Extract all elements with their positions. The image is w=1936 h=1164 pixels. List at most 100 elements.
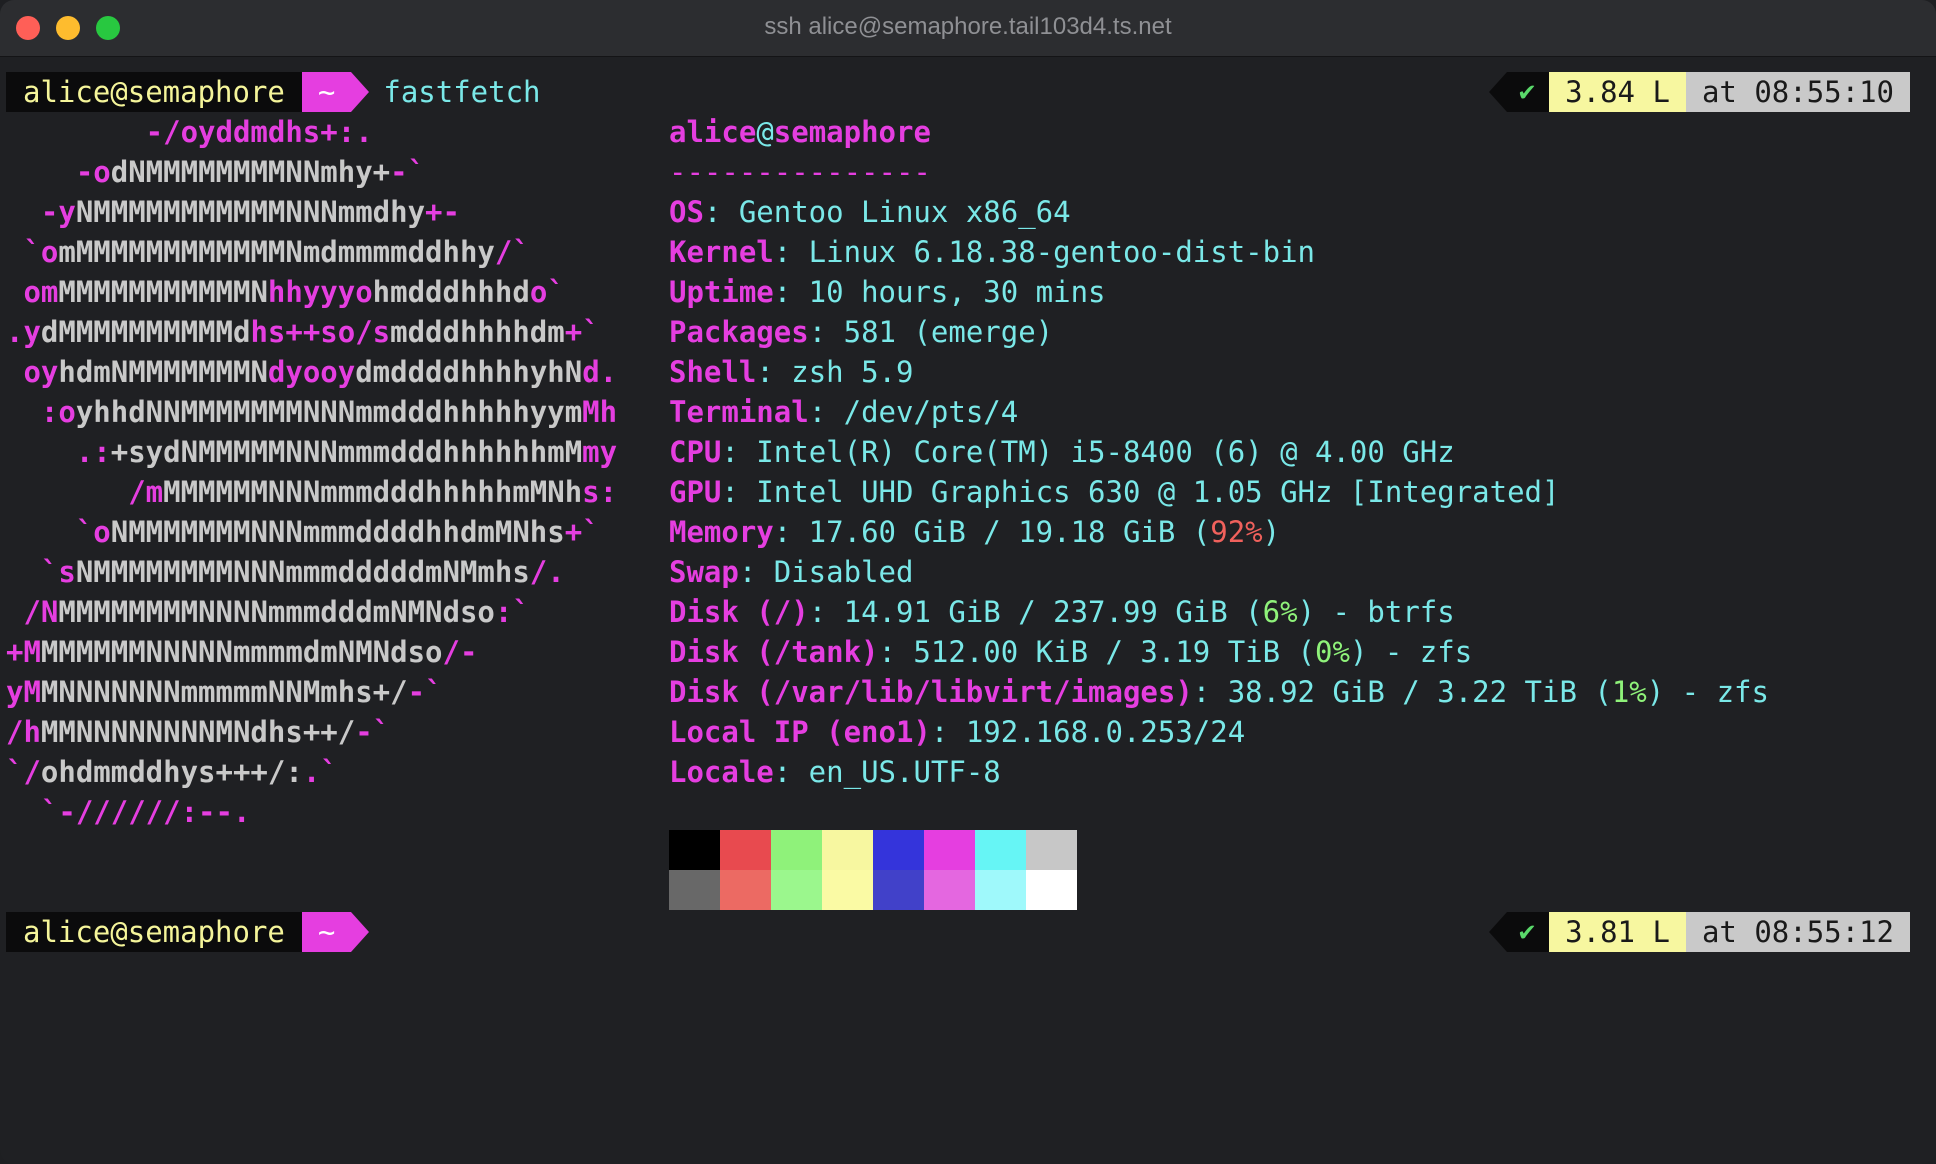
info-key: Terminal [669, 395, 809, 429]
logo-segment: /` [494, 235, 530, 269]
logo-segment: dyooy [267, 355, 356, 389]
logo-line: .:+sydNMMMMMNNNmmmdddhhhhhhmMmy [6, 432, 617, 472]
logo-line: .ydMMMMMMMMMMdhs++so/smdddhhhhdm+` [6, 312, 600, 352]
logo-line: /mMMMMMMNNNmmmdddhhhhhmMNhs: [6, 472, 617, 512]
shell-prompt-current: alice@semaphore ~ [6, 912, 383, 952]
logo-segment: +M [6, 635, 41, 669]
logo-segment: hdmNMMMMMMMN [58, 355, 268, 389]
logo-line: -/oyddmdhs+:. [6, 112, 373, 152]
info-value: : 14.91 GiB / 237.99 GiB ( [808, 595, 1263, 629]
info-header: alice@semaphore [669, 112, 931, 152]
logo-segment: `s [6, 555, 76, 589]
window-title: ssh alice@semaphore.tail103d4.ts.net [764, 13, 1172, 40]
logo-segment: o` [529, 275, 565, 309]
info-row: Local IP (eno1): 192.168.0.253/24 [669, 712, 1245, 752]
terminal-window: ssh alice@semaphore.tail103d4.ts.net ali… [0, 0, 1936, 1164]
logo-segment: -` [355, 715, 391, 749]
info-value: : Gentoo Linux x86_64 [703, 195, 1071, 229]
info-row: Memory: 17.60 GiB / 19.18 GiB (92%) [669, 512, 1280, 552]
logo-segment: `o [6, 515, 111, 549]
logo-segment: -/oyddmdhs+:. [6, 115, 373, 149]
info-row: Disk (/): 14.91 GiB / 237.99 GiB (6%) - … [669, 592, 1455, 632]
right-prompt-current: ✔ 3.81 L at 08:55:12 [1488, 912, 1910, 952]
logo-segment: hs++so/s [250, 315, 391, 349]
info-row: OS: Gentoo Linux x86_64 [669, 192, 1071, 232]
info-row: CPU: Intel(R) Core(TM) i5-8400 (6) @ 4.0… [669, 432, 1455, 472]
palette-swatch [924, 830, 975, 870]
logo-segment: /. [529, 555, 565, 589]
info-value: : zsh 5.9 [756, 355, 914, 389]
prompt-timestamp: at 08:55:10 [1685, 72, 1910, 112]
check-icon: ✔ [1506, 72, 1550, 112]
info-key: Local IP (eno1) [669, 715, 931, 749]
logo-segment: /h [6, 715, 41, 749]
logo-segment: NMMMMMMMMMMMNNNmmdhy [75, 195, 426, 229]
logo-line: oyhdmNMMMMMMMNdyooydmddddhhhhyhNd. [6, 352, 617, 392]
palette-swatch [720, 830, 771, 870]
info-value: : 38.92 GiB / 3.22 TiB ( [1192, 675, 1612, 709]
prompt-user-host: alice@semaphore [6, 912, 302, 952]
info-row: Kernel: Linux 6.18.38-gentoo-dist-bin [669, 232, 1315, 272]
logo-segment: :` [494, 595, 530, 629]
logo-line: `omMMMMMMMMMMMMNmdmmmmddhhy/` [6, 232, 530, 272]
logo-segment: -` [390, 155, 426, 189]
palette-swatch [720, 870, 771, 910]
info-value: ) - zfs [1349, 635, 1473, 669]
logo-segment: /m [6, 475, 164, 509]
palette-swatch [669, 830, 720, 870]
logo-segment: `o [6, 235, 59, 269]
logo-line: /hMMNNNNNNNNMNdhs++/-` [6, 712, 390, 752]
logo-segment: .y [6, 315, 41, 349]
info-key: Shell [669, 355, 757, 389]
palette-swatch [669, 870, 720, 910]
info-key: Disk (/var/lib/libvirt/images) [669, 675, 1193, 709]
load-average: 3.81 L [1549, 912, 1686, 952]
info-value: : Intel UHD Graphics 630 @ 1.05 GHz [Int… [721, 475, 1560, 509]
info-value: : 512.00 KiB / 3.19 TiB ( [878, 635, 1316, 669]
right-prompt-arrow-icon [1488, 72, 1507, 112]
prompt-timestamp: at 08:55:12 [1685, 912, 1910, 952]
info-row: Packages: 581 (emerge) [669, 312, 1053, 352]
palette-swatch [1026, 830, 1077, 870]
right-prompt: ✔ 3.84 L at 08:55:10 [1488, 72, 1910, 112]
logo-segment: hmdddhhhd [372, 275, 530, 309]
logo-line: `sNMMMMMMMMNNNmmmdddddmNMmhs/. [6, 552, 565, 592]
info-value: 6% [1262, 595, 1298, 629]
info-key: Disk (/tank) [669, 635, 879, 669]
palette-swatch [975, 870, 1026, 910]
logo-segment: om [6, 275, 59, 309]
logo-segment: /N [6, 595, 59, 629]
entered-command: fastfetch [383, 75, 541, 109]
logo-line: :oyhhdNNMMMMMMMNNNmmdddhhhhhyymMh [6, 392, 617, 432]
prompt-arrow-icon [351, 912, 370, 952]
palette-swatch [771, 830, 822, 870]
palette-swatch [771, 870, 822, 910]
logo-segment: yM [6, 675, 41, 709]
info-value: : Intel(R) Core(TM) i5-8400 (6) @ 4.00 G… [721, 435, 1455, 469]
prompt-arrow-icon [351, 72, 370, 112]
logo-segment: /- [442, 635, 478, 669]
palette-swatch [1026, 870, 1077, 910]
logo-segment: `-//////:--. [6, 795, 251, 829]
load-average: 3.84 L [1549, 72, 1686, 112]
info-key: Uptime [669, 275, 774, 309]
logo-segment: MMNNNNNNNNMNdhs++/ [40, 715, 356, 749]
terminal-content[interactable]: alice@semaphore ~ fastfetch ✔ 3.84 L at … [0, 56, 1936, 1164]
info-value: : 17.60 GiB / 19.18 GiB ( [773, 515, 1211, 549]
info-key: GPU [669, 475, 722, 509]
palette-swatch [822, 870, 873, 910]
logo-segment: dMMMMMMMMMMd [40, 315, 251, 349]
info-value: ) - zfs [1646, 675, 1769, 709]
info-value: : 10 hours, 30 mins [773, 275, 1106, 309]
logo-line: omMMMMMMMMMMMNhhyyyohmdddhhhdo` [6, 272, 565, 312]
logo-line: -yNMMMMMMMMMMMNNNmmdhy+- [6, 192, 460, 232]
info-row: Terminal: /dev/pts/4 [669, 392, 1018, 432]
logo-segment: MNNNNNNNmmmmmNNMmhs+/ [40, 675, 408, 709]
header-at: @ [756, 115, 774, 149]
logo-segment: -` [407, 675, 443, 709]
logo-line: `-//////:--. [6, 792, 251, 832]
logo-segment: MMMMMMMMNNNNmmmdddmNMNdso [58, 595, 495, 629]
info-key: Disk (/) [669, 595, 809, 629]
logo-segment: +` [564, 315, 600, 349]
info-value: 92% [1210, 515, 1263, 549]
